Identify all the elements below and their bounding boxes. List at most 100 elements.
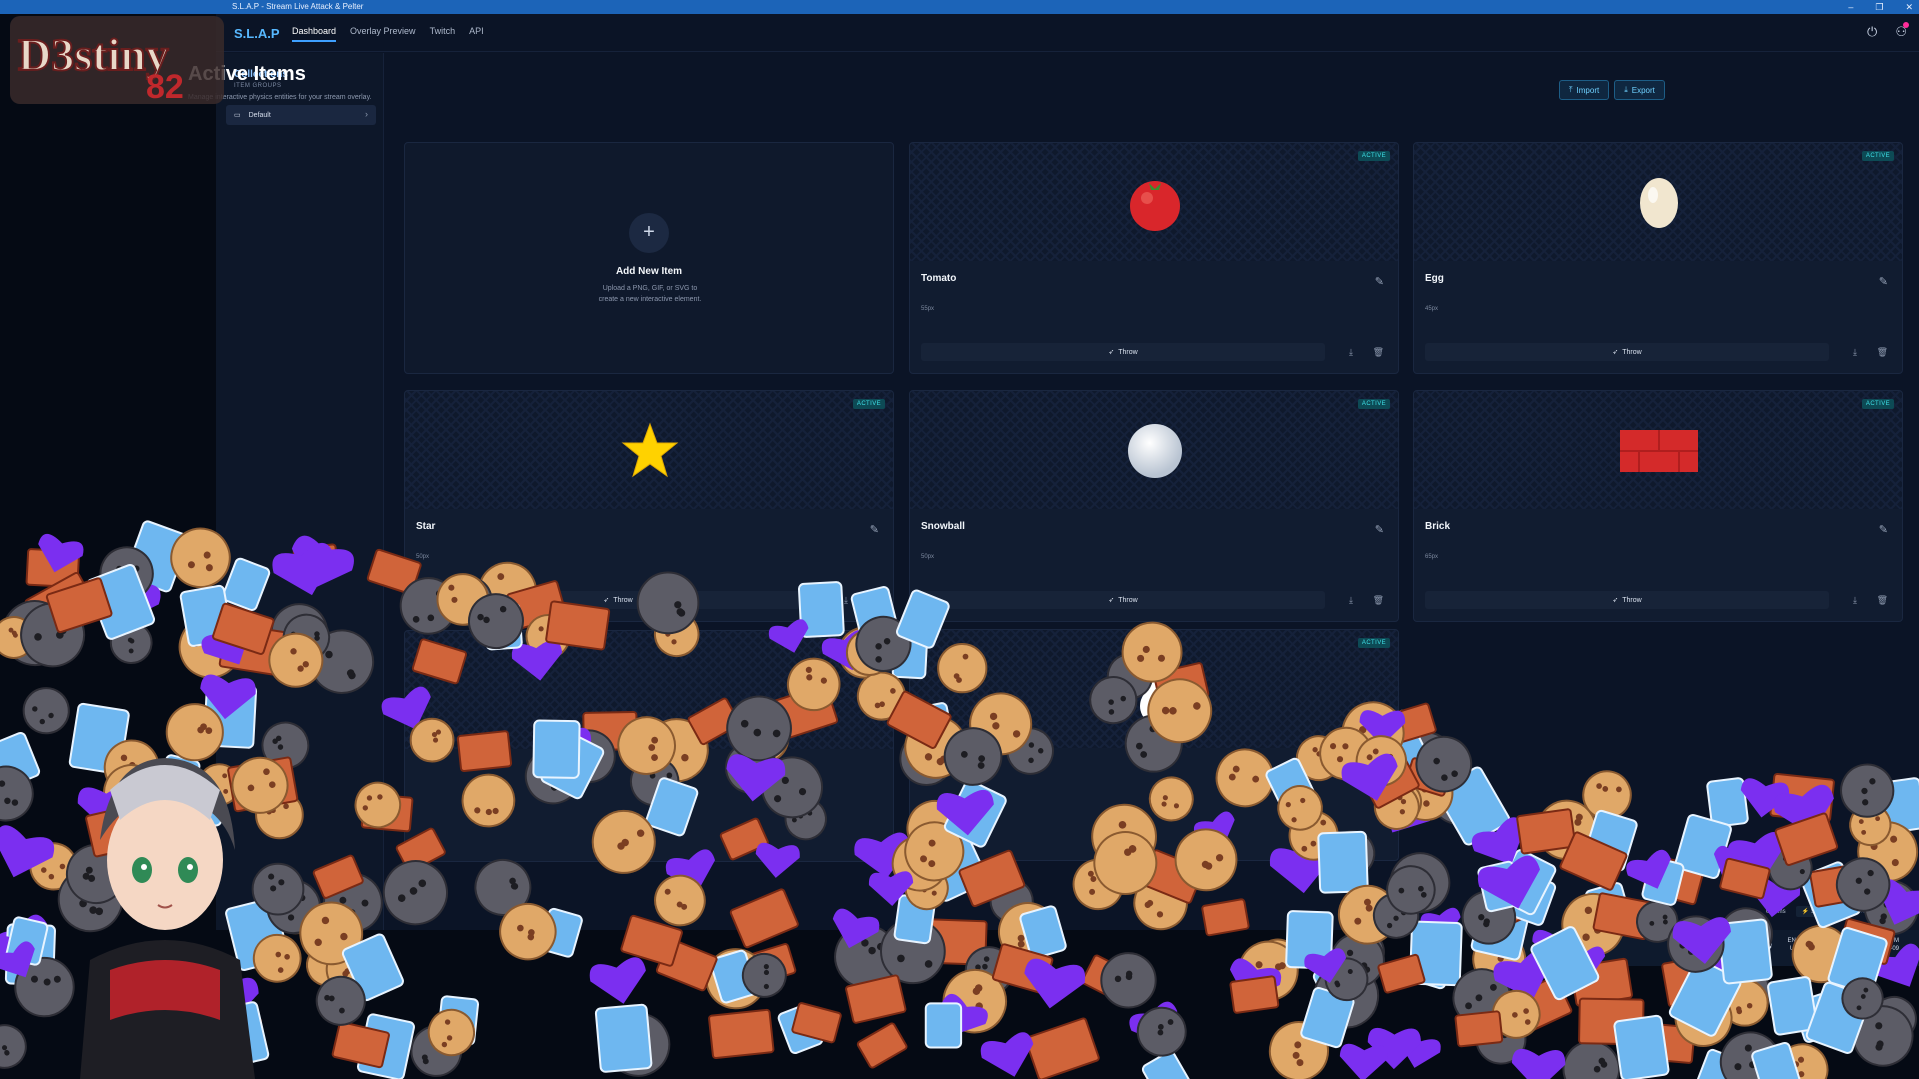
- item-preview: ACTIVE: [910, 391, 1398, 509]
- edit-icon[interactable]: ✎: [870, 523, 879, 536]
- brand-logo[interactable]: S.L.A.P: [234, 26, 280, 41]
- rock-sprite: [1719, 1031, 1781, 1079]
- heart-sprite: [1367, 1027, 1421, 1070]
- brick-sprite: [1377, 953, 1426, 994]
- window-controls: – ❐ ✕: [1848, 0, 1913, 14]
- download-icon[interactable]: ⤓: [1349, 347, 1353, 358]
- item-card-egg: ACTIVE Egg 45px ✎ ➶ Throw ⤓ 🗑: [1413, 142, 1903, 374]
- nav-tabs: Dashboard Overlay Preview Twitch API: [292, 26, 484, 42]
- power-icon[interactable]: ⏻: [1867, 24, 1877, 40]
- download-icon[interactable]: ⤓: [844, 595, 848, 606]
- brick-sprite: [45, 577, 113, 634]
- edit-icon[interactable]: ✎: [1375, 762, 1384, 775]
- status-badge: ACTIVE: [1357, 399, 1390, 409]
- item-preview: ACTIVE: [910, 143, 1398, 261]
- snowball-icon: [1128, 424, 1182, 478]
- throw-button[interactable]: ➶ Throw: [921, 343, 1325, 361]
- trash-icon[interactable]: 🗑: [1373, 595, 1384, 606]
- throw-button[interactable]: ➶ Throw: [1425, 343, 1829, 361]
- import-button[interactable]: ⤒ Import: [1559, 80, 1610, 100]
- window-titlebar[interactable]: S.L.A.P - Stream Live Attack & Pelter – …: [0, 0, 1919, 14]
- cookie-sprite: [305, 943, 349, 987]
- rock-sprite: [741, 952, 787, 998]
- trash-icon[interactable]: 🗑: [868, 595, 879, 606]
- throw-button[interactable]: ➶ Throw: [921, 591, 1325, 609]
- clock[interactable]: 7:29 PM 2026-04-09: [1859, 937, 1899, 953]
- trash-icon[interactable]: 🗑: [1877, 347, 1888, 358]
- rock-sprite: [1452, 968, 1512, 1028]
- heart-sprite: [589, 957, 646, 1004]
- rock-sprite: [605, 1012, 671, 1077]
- item-name: Snowball: [921, 521, 965, 532]
- throw-button[interactable]: ➶ Throw: [416, 591, 820, 609]
- milk-sprite: [1141, 1050, 1194, 1079]
- volume-icon[interactable]: 🔊: [1832, 940, 1842, 949]
- cookie-sprite: [325, 942, 379, 996]
- heart-sprite: [980, 1032, 1034, 1077]
- brick-sprite: [845, 974, 907, 1024]
- trash-icon[interactable]: 🗑: [1877, 595, 1888, 606]
- lang-line2: US: [1789, 946, 1799, 952]
- rock-sprite: [1841, 977, 1884, 1020]
- rock-sprite: [0, 765, 34, 822]
- edit-icon[interactable]: ✎: [1879, 275, 1888, 288]
- notification-dot: [1903, 22, 1909, 28]
- item-size: 50px: [921, 554, 935, 560]
- language-indicator[interactable]: ENG US: [1783, 937, 1805, 953]
- logo-number: 82: [146, 68, 184, 106]
- milk-sprite: [1412, 940, 1456, 990]
- rock-sprite: [834, 924, 899, 989]
- throw-label: Throw: [1622, 596, 1642, 604]
- rock-sprite: [99, 546, 154, 601]
- heart-sprite: [0, 914, 48, 963]
- download-icon[interactable]: ⤓: [1853, 347, 1857, 358]
- rock-sprite: [1330, 932, 1385, 988]
- tab-overlay-preview[interactable]: Overlay Preview: [350, 26, 416, 42]
- download-icon: ⤓: [1624, 85, 1628, 94]
- throw-button[interactable]: ➶ Throw: [1425, 591, 1829, 609]
- cookie-sprite: [0, 616, 36, 659]
- network-icon[interactable]: ▭: [1816, 940, 1824, 949]
- minimize-button[interactable]: –: [1848, 0, 1853, 14]
- edit-icon[interactable]: ✎: [1375, 275, 1384, 288]
- milk-sprite: [709, 949, 758, 1004]
- cookie-sprite: [942, 968, 1008, 1034]
- tab-twitch[interactable]: Twitch: [430, 26, 456, 42]
- version-label: v1.0.0: [1849, 908, 1866, 915]
- rock-sprite: [1475, 1013, 1527, 1065]
- brick-sprite: [331, 1021, 390, 1069]
- star-icon: [621, 422, 679, 478]
- item-card-tomato: ACTIVE Tomato 55px ✎ ➶ Throw ⤓ 🗑: [909, 142, 1399, 374]
- sidebar-item-default[interactable]: ▭ Default ›: [226, 105, 376, 125]
- close-button[interactable]: ✕: [1905, 0, 1913, 14]
- chevron-up-icon[interactable]: ⌃: [1745, 940, 1752, 949]
- tab-api[interactable]: API: [469, 26, 484, 42]
- system-tray: ⌃ 🎙: [1745, 940, 1774, 949]
- mascot-icon: [1140, 677, 1200, 730]
- trash-icon[interactable]: 🗑: [1373, 347, 1384, 358]
- lang-line1: ENG: [1787, 938, 1801, 944]
- edit-icon[interactable]: ✎: [1879, 523, 1888, 536]
- milk-sprite: [924, 1002, 963, 1049]
- maximize-button[interactable]: ❐: [1875, 0, 1883, 14]
- heart-sprite: [941, 993, 988, 1036]
- window-title: S.L.A.P - Stream Live Attack & Pelter: [232, 2, 364, 11]
- throw-label: Throw: [613, 596, 633, 604]
- rock-sprite: [1100, 952, 1157, 1009]
- download-icon[interactable]: ⤓: [1349, 595, 1353, 606]
- rock-sprite: [1337, 928, 1385, 976]
- item-preview: ACTIVE: [1414, 143, 1902, 261]
- export-button[interactable]: ⤓ Export: [1614, 80, 1665, 100]
- cookie-sprite: [1268, 1021, 1329, 1079]
- cookie-sprite: [1238, 940, 1299, 1002]
- microphone-icon[interactable]: 🎙: [1764, 940, 1774, 949]
- tab-dashboard[interactable]: Dashboard: [292, 26, 337, 42]
- download-icon[interactable]: ⤓: [1853, 595, 1857, 606]
- milk-sprite: [1751, 1041, 1802, 1079]
- add-item-desc-line2: create a new interactive element.: [598, 296, 702, 303]
- plus-icon[interactable]: +: [629, 213, 669, 253]
- user-icon[interactable]: ⚇: [1895, 22, 1909, 40]
- add-item-card[interactable]: + Add New Item Upload a PNG, GIF, or SVG…: [404, 142, 894, 374]
- throw-label: Throw: [1118, 348, 1138, 356]
- edit-icon[interactable]: ✎: [1375, 523, 1384, 536]
